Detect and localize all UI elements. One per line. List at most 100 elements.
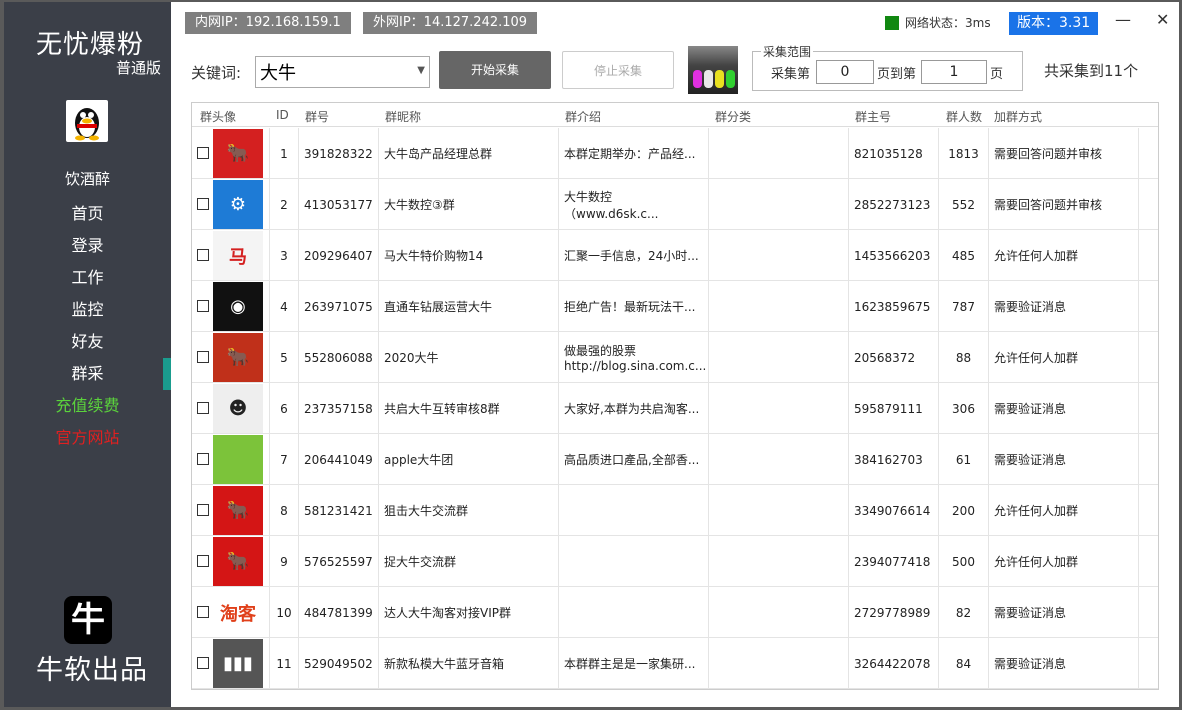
table-row[interactable]: ⚙ 2 413053177 大牛数控③群 大牛数控（www.d6sk.c... 28522… [192,179,1158,230]
avatar-cell [192,434,270,485]
table-row[interactable]: ▮▮▮ 11 529049502 新款私模大牛蓝牙音箱 本群群主是是一家集研... 326… [192,638,1158,689]
row-checkbox[interactable] [197,300,209,312]
sidebar-item-group-collect[interactable]: 群采 [4,358,171,390]
cell-intro [559,485,709,536]
cell-category [709,587,849,638]
avatar-cell: 🐂 [192,536,270,587]
col-members[interactable]: 群人数 [946,108,982,125]
sidebar-nav: 首页 登录 工作 监控 好友 群采 充值续费 官方网站 [4,198,171,454]
row-checkbox[interactable] [197,249,209,261]
bull-stock-icon: 🐂 [213,537,263,586]
cell-name: 马大牛特价购物14 [379,230,559,281]
cell-owner: 1453566203 [849,230,939,281]
row-checkbox[interactable] [197,198,209,210]
avatar-cell: 🐂 [192,485,270,536]
cell-join: 需要验证消息 [989,383,1139,434]
speaker-product-icon: ▮▮▮ [213,639,263,688]
cell-owner: 3349076614 [849,485,939,536]
sidebar-item-work[interactable]: 工作 [4,262,171,294]
sidebar-item-monitor[interactable]: 监控 [4,294,171,326]
col-avatar[interactable]: 群头像 [200,108,236,125]
cell-group-no: 237357158 [299,383,379,434]
cell-intro: 拒绝广告！最新玩法干... [559,281,709,332]
row-checkbox[interactable] [197,402,209,414]
stop-collect-button[interactable]: 停止采集 [562,51,674,89]
col-id[interactable]: ID [276,108,289,122]
cell-id: 8 [270,485,299,536]
cell-owner: 1623859675 [849,281,939,332]
col-group-no[interactable]: 群号 [305,108,329,125]
sidebar-item-friends[interactable]: 好友 [4,326,171,358]
network-status-text: 网络状态：3ms [905,16,991,30]
col-intro[interactable]: 群介绍 [565,108,601,125]
sidebar-item-login[interactable]: 登录 [4,230,171,262]
keyword-label: 关键词: [191,64,242,82]
row-checkbox[interactable] [197,555,209,567]
avatar-cell: ▮▮▮ [192,638,270,689]
keyword-select[interactable]: 大牛 ▼ [255,56,430,88]
table-row[interactable]: 马 3 209296407 马大牛特价购物14 汇聚一手信息，24小时... 145356… [192,230,1158,281]
row-checkbox[interactable] [197,657,209,669]
table-row[interactable]: 🐂 8 581231421 狙击大牛交流群 3349076614 200 允许任何人加群 [192,485,1158,536]
scrollbar[interactable] [1138,127,1158,689]
sidebar-item-recharge[interactable]: 充值续费 [4,390,171,422]
sidebar-item-official-site[interactable]: 官方网站 [4,422,171,454]
table-row[interactable]: 🐂 9 576525597 捉大牛交流群 2394077418 500 允许任何人加群 [192,536,1158,587]
sidebar: 无忧爆粉 普通版 饮酒醉 首页 登录 工作 监控 好友 群采 充值续费 官方网站… [4,2,171,707]
close-button[interactable]: ✕ [1156,10,1169,29]
app-title: 无忧爆粉 [36,30,145,60]
cell-owner: 2852273123 [849,179,939,230]
cell-id: 10 [270,587,299,638]
range-end-label: 页 [990,67,1004,82]
cell-group-no: 263971075 [299,281,379,332]
intranet-ip: 内网IP：192.168.159.1 [185,12,351,34]
row-checkbox[interactable] [197,351,209,363]
sidebar-item-home[interactable]: 首页 [4,198,171,230]
cell-intro: 做最强的股票 http://blog.sina.com.c... [559,332,709,383]
sidebar-item-label: 群采 [71,364,104,383]
chevron-down-icon: ▼ [417,65,425,76]
cell-category [709,485,849,536]
table-row[interactable]: 淘客 10 484781399 达人大牛淘客对接VIP群 2729778989 82 需要验… [192,587,1158,638]
avatar-cell: 淘客 [192,587,270,638]
table-row[interactable]: 🐂 1 391828322 大牛岛产品经理总群 本群定期举办：产品经... 8210351… [192,128,1158,179]
cell-join: 需要验证消息 [989,434,1139,485]
cell-join: 允许任何人加群 [989,332,1139,383]
col-name[interactable]: 群昵称 [385,108,421,125]
cell-group-no: 413053177 [299,179,379,230]
bull-stock-icon: 🐂 [213,486,263,535]
cell-intro: 大家好,本群为共启淘客... [559,383,709,434]
cell-group-no: 209296407 [299,230,379,281]
row-checkbox[interactable] [197,504,209,516]
table-row[interactable]: 🐂 5 552806088 2020大牛 做最强的股票 http://blog.sina… [192,332,1158,383]
cell-category [709,383,849,434]
range-to-input[interactable]: 1 [921,60,987,84]
cell-category [709,332,849,383]
apple-logo-icon [213,435,263,484]
cell-owner: 2729778989 [849,587,939,638]
lamp-icon [704,70,713,88]
brand-text: 牛软出品 [36,655,148,686]
main-panel: 内网IP：192.168.159.1 外网IP：14.127.242.109 网… [171,2,1179,707]
cell-intro [559,536,709,587]
product-thumbnail [688,46,738,94]
cell-category [709,128,849,179]
row-checkbox[interactable] [197,453,209,465]
keyword-value: 大牛 [260,63,296,84]
col-category[interactable]: 群分类 [715,108,751,125]
cell-group-no: 576525597 [299,536,379,587]
table-row[interactable]: ☻ 6 237357158 共启大牛互转审核8群 大家好,本群为共启淘客... 59587… [192,383,1158,434]
start-collect-button[interactable]: 开始采集 [439,51,551,89]
table-row[interactable]: ◉ 4 263971075 直通车钻展运营大牛 拒绝广告！最新玩法干... 1623859… [192,281,1158,332]
cell-intro: 高品质进口產品,全部香... [559,434,709,485]
row-checkbox[interactable] [197,147,209,159]
cell-owner: 20568372 [849,332,939,383]
minimize-button[interactable]: — [1115,10,1131,29]
cell-join: 需要验证消息 [989,638,1139,689]
col-owner[interactable]: 群主号 [855,108,891,125]
row-checkbox[interactable] [197,606,209,618]
table-row[interactable]: 7 206441049 apple大牛团 高品质进口產品,全部香... 38416270… [192,434,1158,485]
cell-name: apple大牛团 [379,434,559,485]
col-join[interactable]: 加群方式 [994,108,1042,125]
range-from-input[interactable]: 0 [816,60,874,84]
